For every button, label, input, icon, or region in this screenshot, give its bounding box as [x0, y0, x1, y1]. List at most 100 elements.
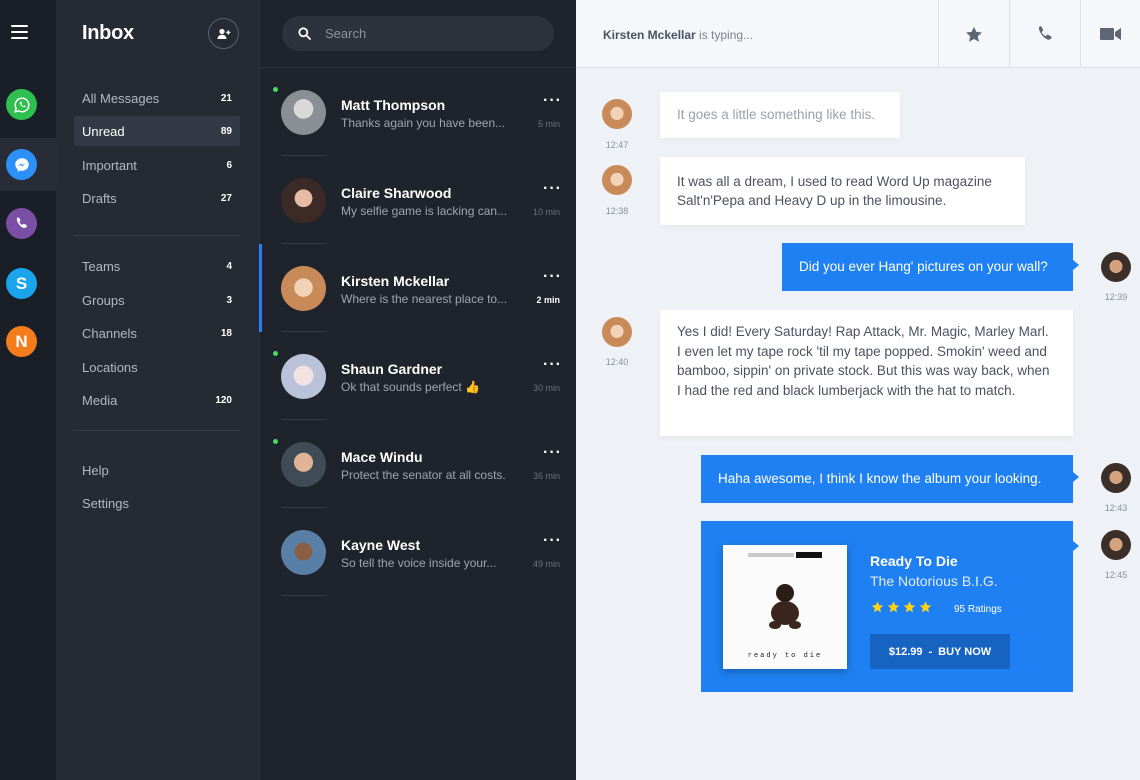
rating-stars	[871, 601, 948, 613]
folder-label: Media	[82, 392, 118, 408]
call-button[interactable]	[1009, 0, 1080, 68]
conversation-list: Matt Thompson Thanks again you have been…	[259, 0, 577, 780]
avatar	[1101, 530, 1131, 560]
conversation-item[interactable]: Shaun Gardner Ok that sounds perfect 👍 ·…	[260, 332, 577, 420]
folder-label: Groups	[82, 292, 125, 308]
more-options-icon[interactable]: ···	[543, 268, 562, 286]
help-link[interactable]: Help	[74, 455, 240, 485]
messenger-icon	[6, 149, 37, 180]
search-icon	[298, 27, 311, 40]
more-options-icon[interactable]: ···	[543, 180, 562, 198]
app-rail: S N	[0, 0, 57, 780]
folder-label: Teams	[82, 258, 121, 274]
folder-count: 6	[226, 159, 232, 171]
skype-letter: S	[15, 273, 28, 293]
folder-media[interactable]: Media 120	[74, 385, 240, 415]
more-options-icon[interactable]: ···	[543, 532, 562, 550]
folder-drafts[interactable]: Drafts 27	[74, 183, 240, 213]
message-preview: Thanks again you have been...	[341, 116, 506, 130]
buy-now-label: BUY NOW	[938, 645, 992, 658]
conversation-item[interactable]: Kayne West So tell the voice inside your…	[260, 508, 577, 596]
folder-channels[interactable]: Channels 18	[74, 318, 240, 348]
message-time: 49 min	[532, 559, 560, 569]
contact-name: Shaun Gardner	[341, 361, 443, 377]
contact-name: Claire Sharwood	[341, 185, 452, 201]
avatar	[281, 178, 326, 223]
folder-count: 27	[220, 192, 232, 204]
more-options-icon[interactable]: ···	[543, 92, 562, 110]
message-preview: So tell the voice inside your...	[341, 556, 497, 570]
message-preview: My selfie game is lacking can...	[341, 204, 508, 218]
search-input[interactable]	[325, 26, 535, 41]
conversation-item[interactable]: Kirsten Mckellar Where is the nearest pl…	[259, 244, 577, 332]
conversation-item[interactable]: Mace Windu Protect the senator at all co…	[260, 420, 577, 508]
viber-icon	[6, 208, 37, 239]
folder-locations[interactable]: Locations	[74, 352, 240, 382]
star-filled-icon	[903, 601, 916, 613]
video-camera-icon	[1100, 28, 1121, 40]
video-call-button[interactable]	[1080, 0, 1140, 68]
add-contact-button[interactable]	[208, 18, 239, 49]
contact-name: Kirsten Mckellar	[341, 273, 450, 289]
folder-count: 4	[226, 260, 232, 272]
settings-link[interactable]: Settings	[74, 488, 240, 518]
conversation-item[interactable]: Claire Sharwood My selfie game is lackin…	[260, 156, 577, 244]
buy-now-button[interactable]: $12.99 - BUY NOW	[870, 634, 1010, 669]
more-options-icon[interactable]: ···	[543, 356, 562, 374]
typing-indicator: Kirsten Mckellar is typing...	[603, 28, 753, 42]
ratings-count: 95 Ratings	[954, 604, 1002, 615]
more-options-icon[interactable]: ···	[543, 444, 562, 462]
folder-label: Help	[82, 462, 109, 478]
add-user-icon	[217, 28, 230, 39]
sidebar-divider	[74, 430, 240, 431]
folder-count: 18	[220, 327, 232, 339]
message-bubble-incoming: It goes a little something like this.	[660, 92, 900, 138]
folder-label: Important	[82, 157, 137, 173]
album-logo-icon	[748, 552, 822, 558]
app-whatsapp[interactable]	[0, 78, 57, 131]
online-indicator	[273, 87, 278, 92]
conversation-item[interactable]: Matt Thompson Thanks again you have been…	[260, 68, 577, 156]
app-n[interactable]: N	[0, 315, 57, 368]
avatar	[281, 354, 326, 399]
typing-text: is typing...	[695, 28, 754, 42]
folder-groups[interactable]: Groups 3	[74, 285, 240, 315]
avatar	[281, 266, 326, 311]
folder-count: 120	[215, 394, 232, 406]
album-cover[interactable]: ready to die	[723, 545, 847, 669]
baby-illustration-icon	[769, 584, 801, 629]
avatar	[602, 165, 632, 195]
folder-all-messages[interactable]: All Messages 21	[74, 83, 240, 113]
folder-label: Settings	[82, 495, 129, 511]
star-filled-icon	[887, 601, 900, 613]
favorite-button[interactable]	[938, 0, 1009, 68]
hamburger-menu-icon[interactable]	[11, 25, 28, 39]
album-title: Ready To Die	[870, 553, 958, 569]
app-viber[interactable]	[0, 197, 57, 250]
app-skype[interactable]: S	[0, 257, 57, 310]
app-messenger[interactable]	[0, 138, 57, 191]
folder-unread[interactable]: Unread 89	[74, 116, 240, 146]
folder-important[interactable]: Important 6	[74, 150, 240, 180]
folder-teams[interactable]: Teams 4	[74, 251, 240, 281]
folder-count: 3	[226, 294, 232, 306]
album-price: $12.99	[888, 645, 923, 658]
skype-icon: S	[6, 268, 37, 299]
n-icon: N	[6, 326, 37, 357]
star-filled-icon	[871, 601, 884, 613]
avatar	[1101, 252, 1131, 282]
message-time: 5 min	[537, 119, 560, 129]
avatar	[1101, 463, 1131, 493]
folder-count: 89	[220, 125, 232, 137]
n-letter: N	[15, 331, 28, 351]
folder-label: Drafts	[82, 190, 117, 206]
folder-sidebar: Inbox All Messages 21 Unread 89 Important 6…	[57, 0, 259, 780]
message-time: 10 min	[532, 207, 560, 217]
message-bubble-outgoing: Did you ever Hang' pictures on your wall…	[782, 243, 1079, 291]
message-timestamp: 12:47	[605, 140, 629, 150]
album-card: ready to die Ready To Die The Notorious …	[701, 521, 1079, 692]
star-filled-icon	[919, 601, 932, 613]
whatsapp-icon	[6, 89, 37, 120]
sidebar-divider	[74, 235, 240, 236]
message-bubble-outgoing: Haha awesome, I think I know the album y…	[701, 455, 1079, 503]
